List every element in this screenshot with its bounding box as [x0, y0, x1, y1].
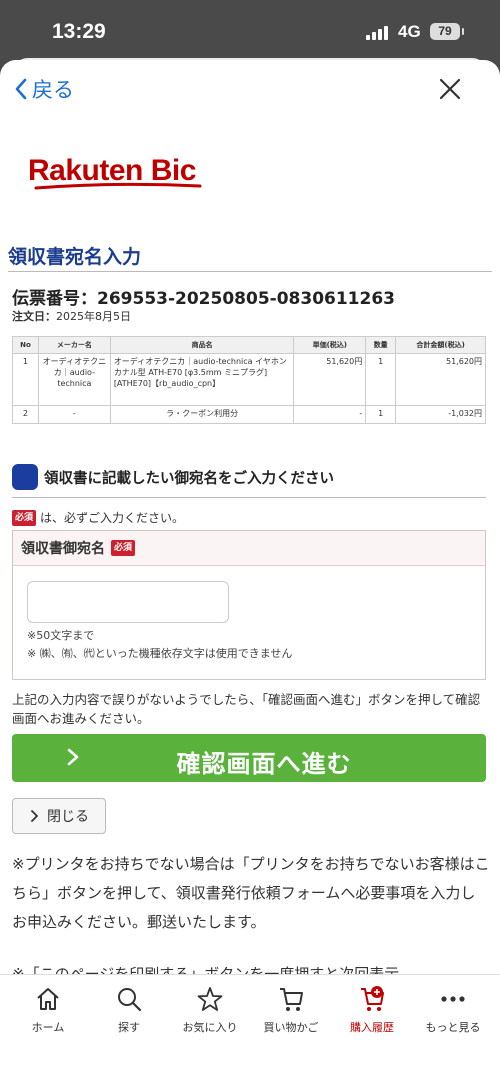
divider	[12, 497, 486, 498]
recipient-name-input[interactable]	[27, 581, 229, 623]
col-maker: メーカー名	[37, 336, 111, 354]
print-note: ※「このページを印刷する」ボタンを一度押すと次回表示	[12, 965, 400, 974]
section-title-text: 領収書に記載したい御宛名をご入力ください	[44, 470, 334, 487]
chevron-right-icon	[31, 810, 38, 822]
slip-label: 伝票番号：	[12, 289, 97, 309]
table-header-row: No メーカー名 商品名 単価(税込) 数量 合計金額(税込)	[12, 336, 486, 354]
length-hint: ※50文字まで	[27, 629, 95, 642]
back-button[interactable]: 戻る	[14, 74, 74, 104]
cell-qty: 1	[365, 405, 397, 424]
order-date-label: 注文日：	[12, 310, 56, 323]
sheet-topbar: 戻る	[0, 60, 500, 118]
field-header: 領収書御宛名 必須	[13, 531, 485, 566]
col-total: 合計金額(税込)	[395, 336, 486, 354]
cell-product: オーディオテクニカ｜audio-technica イヤホン カナル型 ATH-E…	[109, 353, 295, 406]
nav-label: 買い物かご	[263, 1021, 319, 1034]
table-row: 2 - ラ・クーポン利用分 - 1 -1,032円	[12, 405, 486, 424]
cell-maker: -	[37, 405, 111, 424]
field-label: 領収書御宛名	[21, 541, 105, 557]
status-time: 13:29	[52, 20, 106, 43]
slip-number: 伝票番号：269553-20250805-0830611263	[12, 284, 395, 309]
table-row: 1 オーディオテクニカ｜audio-technica オーディオテクニカ｜aud…	[12, 353, 486, 406]
close-button[interactable]: 閉じる	[12, 798, 106, 834]
nav-more[interactable]: もっと見る	[411, 985, 495, 1043]
receipt-sheet: 戻る Rakuten Bic 領収書宛名入力 伝票番号：269553-20250…	[0, 60, 500, 1080]
required-badge: 必須	[12, 509, 37, 526]
col-qty: 数量	[365, 336, 397, 354]
character-hint: ※ ㈱、㈲、㈹といった機種依存文字は使用できません	[27, 647, 293, 660]
nav-label: 購入履歴	[350, 1021, 394, 1034]
nav-label: ホーム	[31, 1021, 65, 1034]
printer-note: ※プリンタをお持ちでない場合は「プリンタをお持ちでないお客様はこちら」ボタンを押…	[12, 855, 490, 931]
cell-no: 1	[12, 353, 39, 406]
cell-total: 51,620円	[395, 353, 486, 406]
star-icon	[197, 987, 223, 1011]
order-date-value: 2025年8月5日	[56, 310, 131, 323]
home-icon	[37, 988, 59, 1010]
cell-unit-price: -	[293, 405, 367, 424]
section-marker-icon	[12, 464, 38, 490]
required-note-text: は、必ずご入力ください。	[40, 511, 185, 525]
order-items-table: No メーカー名 商品名 単価(税込) 数量 合計金額(税込) 1 オーディオテ…	[12, 336, 486, 424]
battery-icon: 79	[430, 23, 464, 40]
nav-search[interactable]: 探す	[87, 985, 171, 1043]
nav-favorites[interactable]: お気に入り	[168, 985, 252, 1043]
order-date: 注文日：2025年8月5日	[12, 308, 131, 324]
confirm-button[interactable]: 確認画面へ進む	[12, 734, 486, 782]
search-icon	[118, 988, 142, 1012]
nav-label: 探す	[118, 1021, 140, 1034]
cell-no: 2	[12, 405, 39, 424]
close-icon[interactable]	[437, 76, 463, 102]
cart-icon	[280, 988, 303, 1011]
network-type: 4G	[398, 22, 421, 41]
section-title: 領収書に記載したい御宛名をご入力ください	[12, 464, 334, 490]
col-unit-price: 単価(税込)	[293, 336, 367, 354]
brand-name: Rakuten Bic	[28, 154, 196, 187]
cell-total: -1,032円	[395, 405, 486, 424]
required-badge: 必須	[111, 540, 136, 556]
page-title: 領収書宛名入力	[8, 246, 142, 268]
confirm-label: 確認画面へ進む	[176, 750, 352, 778]
required-note: 必須 は、必ずご入力ください。	[12, 509, 184, 526]
close-label: 閉じる	[47, 809, 89, 825]
back-label: 戻る	[32, 78, 74, 102]
nav-label: もっと見る	[425, 1021, 481, 1034]
history-icon	[361, 986, 384, 1011]
rakuten-bic-logo: Rakuten Bic	[28, 154, 202, 190]
bottom-nav: ホーム 探す お気に入り 買い物かご 購入履歴 もっと見る	[0, 974, 500, 1080]
nav-home[interactable]: ホーム	[6, 985, 90, 1043]
cell-product: ラ・クーポン利用分	[109, 405, 295, 424]
signal-icon	[366, 26, 390, 40]
more-icon	[441, 996, 465, 1002]
nav-label: お気に入り	[182, 1021, 238, 1034]
recipient-form: 領収書御宛名 必須 ※50文字まで ※ ㈱、㈲、㈹といった機種依存文字は使用でき…	[12, 530, 486, 680]
cell-unit-price: 51,620円	[293, 353, 367, 406]
col-product: 商品名	[109, 336, 295, 354]
col-no: No	[12, 336, 39, 354]
divider	[8, 271, 492, 272]
slip-value: 269553-20250805-0830611263	[97, 289, 395, 309]
instruction-text: 上記の入力内容で誤りがないようでしたら、「確認画面へ進む」ボタンを押して確認画面…	[12, 692, 481, 726]
cell-maker: オーディオテクニカ｜audio-technica	[37, 353, 111, 406]
cell-qty: 1	[365, 353, 397, 406]
chevron-left-icon	[15, 78, 27, 100]
nav-cart[interactable]: 買い物かご	[249, 985, 333, 1043]
status-bar: 13:29 4G 79	[0, 0, 500, 56]
nav-history[interactable]: 購入履歴	[330, 985, 414, 1043]
